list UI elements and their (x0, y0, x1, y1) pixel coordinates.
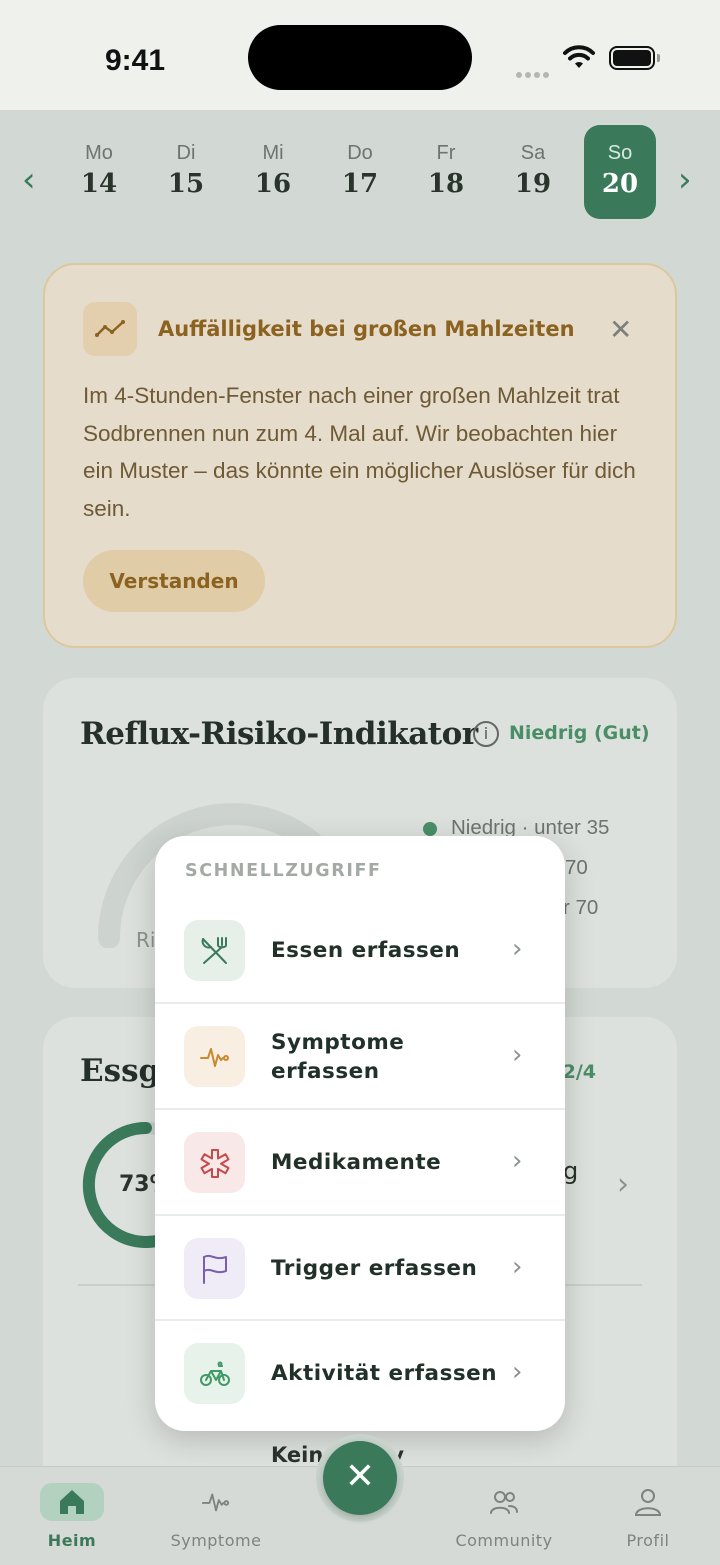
insight-text: Im 4-Stunden-Fenster nach einer großen M… (83, 383, 636, 521)
close-menu-button[interactable]: ✕ (323, 1441, 397, 1515)
menu-item-symptome[interactable]: Symptome erfassen › (155, 1002, 565, 1107)
wifi-icon (563, 45, 595, 68)
tab-community[interactable]: Community (449, 1483, 559, 1550)
prev-week-chevron-icon[interactable]: ‹ (22, 160, 36, 200)
menu-item-essen[interactable]: Essen erfassen › (155, 898, 565, 1003)
chevron-right-icon: › (512, 1357, 523, 1387)
tab-symptome[interactable]: Symptome (161, 1483, 271, 1550)
menu-item-medikamente[interactable]: Medikamente › (155, 1108, 565, 1213)
dynamic-island (248, 25, 472, 90)
info-icon[interactable]: i (473, 721, 499, 747)
gauge-label: Ri (136, 928, 156, 952)
chevron-right-icon[interactable]: › (617, 1167, 629, 1202)
day-mi[interactable]: Mi 16 (237, 125, 309, 219)
acknowledge-button[interactable]: Verstanden (83, 550, 265, 612)
signal-icon (516, 63, 552, 78)
medical-asterisk-icon (184, 1132, 245, 1193)
status-bar: 9:41 (0, 0, 720, 110)
bicycle-icon (184, 1343, 245, 1404)
cutlery-icon (184, 920, 245, 981)
menu-item-label: Trigger erfassen (271, 1256, 478, 1281)
legend-item-medium: 70 (565, 856, 588, 879)
menu-item-label: Essen erfassen (271, 938, 461, 963)
close-icon: ✕ (344, 1456, 376, 1497)
status-time: 9:41 (105, 44, 166, 77)
risk-title: Reflux-Risiko-Indikator (80, 716, 478, 752)
chevron-right-icon: › (512, 1252, 523, 1282)
tab-heim[interactable]: Heim (17, 1483, 127, 1550)
day-di[interactable]: Di 15 (150, 125, 222, 219)
flag-icon (184, 1238, 245, 1299)
menu-item-aktivitaet[interactable]: Aktivität erfassen › (155, 1319, 565, 1424)
battery-icon (609, 46, 660, 70)
day-sa[interactable]: Sa 19 (497, 125, 569, 219)
day-do[interactable]: Do 17 (324, 125, 396, 219)
legend-item-high: r 70 (563, 896, 599, 919)
chevron-right-icon: › (512, 1146, 523, 1176)
next-week-chevron-icon[interactable]: › (678, 160, 692, 200)
menu-heading: SCHNELLZUGRIFF (185, 861, 382, 881)
day-mo[interactable]: Mo 14 (63, 125, 135, 219)
menu-item-trigger[interactable]: Trigger erfassen › (155, 1214, 565, 1319)
home-icon (40, 1483, 104, 1521)
insight-title: Auffälligkeit bei großen Mahlzeiten (158, 317, 575, 341)
person-icon (616, 1483, 680, 1521)
risk-status-badge: Niedrig (Gut) (509, 722, 650, 744)
chevron-right-icon: › (512, 1040, 523, 1070)
people-icon (472, 1483, 536, 1521)
tab-profil[interactable]: Profil (593, 1483, 703, 1550)
menu-item-label: Symptome erfassen (271, 1029, 405, 1084)
close-icon[interactable]: ✕ (609, 313, 632, 346)
menu-item-label: Aktivität erfassen (271, 1361, 498, 1386)
quick-access-menu: SCHNELLZUGRIFF Essen erfassen › Symptome… (155, 836, 565, 1431)
insight-card: Auffälligkeit bei großen Mahlzeiten ✕ Im… (43, 263, 677, 648)
day-fr[interactable]: Fr 18 (410, 125, 482, 219)
pulse-icon (184, 1026, 245, 1087)
menu-item-label: Medikamente (271, 1150, 442, 1175)
day-so-selected[interactable]: So 20 (584, 125, 656, 219)
eating-side-text: g (563, 1157, 579, 1185)
trend-icon (83, 302, 137, 356)
chevron-right-icon: › (512, 934, 523, 964)
pulse-icon (184, 1483, 248, 1521)
